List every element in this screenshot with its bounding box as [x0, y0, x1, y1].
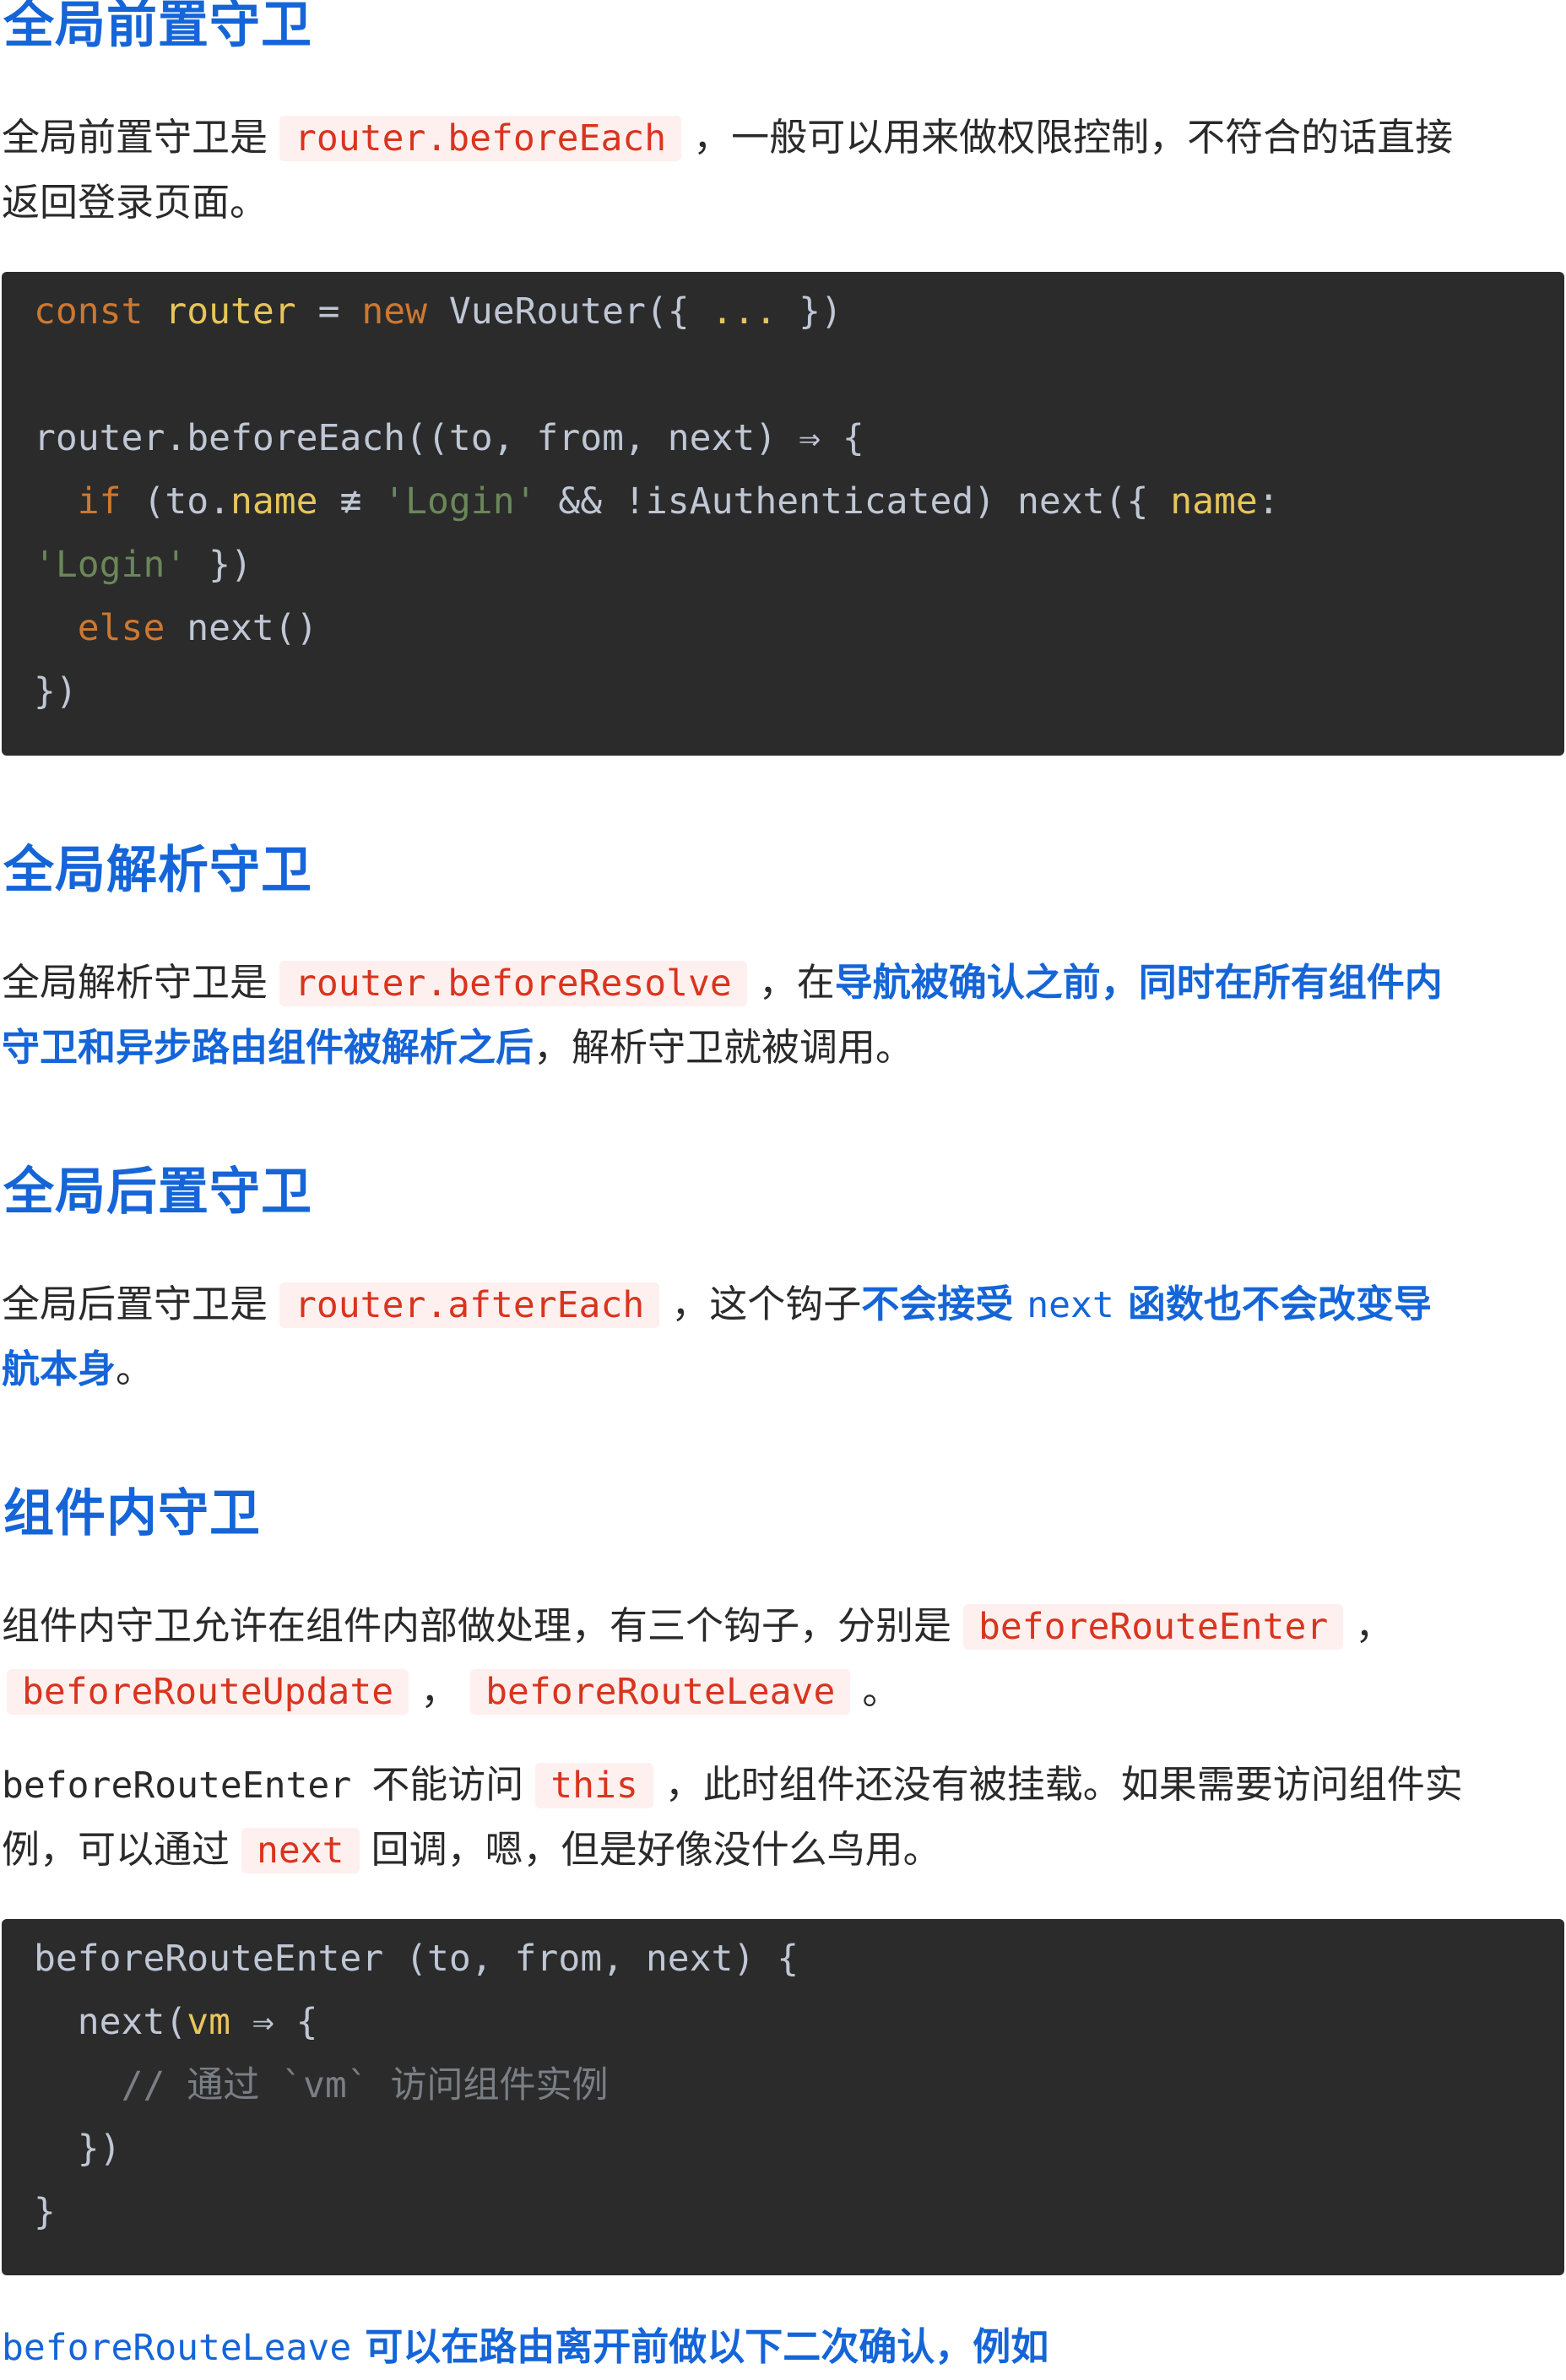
paragraph-global-after-guard: 全局后置守卫是 router.afterEach ，这个钩子不会接受 next 函数也不…: [2, 1282, 1432, 1391]
paragraph-global-resolve-guard: 全局解析守卫是 router.beforeResolve ，在导航被确认之前，同时在…: [2, 960, 1443, 1070]
code-line: beforeRouteEnter (to, from, next) {: [34, 1938, 799, 1980]
inline-code-this: this: [535, 1763, 653, 1808]
inline-code-before-route-leave: beforeRouteLeave: [470, 1669, 851, 1715]
paragraph-component-guard-hooks: 组件内守卫允许在组件内部做处理，有三个钩子，分别是 beforeRouteEnte…: [2, 1603, 1394, 1715]
inline-code-before-route-update: beforeRouteUpdate: [7, 1669, 409, 1715]
inline-code-before-route-enter: beforeRouteEnter: [963, 1604, 1344, 1650]
code-line: else next(): [77, 607, 318, 649]
code-line: const router = new VueRouter({ ... }): [34, 290, 843, 333]
inline-code-before-each: router.beforeEach: [279, 116, 682, 161]
paragraph-before-route-leave: beforeRouteLeave 可以在路由离开前做以下二次确认，例如: [2, 2324, 1049, 2369]
inline-code-before-resolve: router.beforeResolve: [279, 961, 747, 1006]
code-line: }): [34, 670, 78, 713]
code-line: router.beforeEach((to, from, next) ⇒ {: [34, 417, 864, 459]
code-block-before-route-enter: beforeRouteEnter (to, from, next) { next…: [2, 1919, 1564, 2275]
code-line: }: [34, 2191, 56, 2233]
paragraph-before-route-enter: beforeRouteEnter 不能访问 this ，此时组件还没有被挂载。如果需要…: [2, 1762, 1463, 1873]
code-block-before-each: const router = new VueRouter({ ... }) ro…: [2, 272, 1564, 756]
heading-global-before-guard: 全局前置守卫: [3, 0, 312, 55]
code-line: next(vm ⇒ {: [77, 2001, 318, 2043]
code-line-empty: [34, 344, 1564, 407]
inline-code-after-each: router.afterEach: [279, 1282, 660, 1328]
code-line: }): [77, 2128, 122, 2170]
paragraph-global-before-guard: 全局前置守卫是 router.beforeEach ，一般可以用来做权限控制，不符合…: [2, 115, 1454, 225]
code-line: 'Login' }): [34, 544, 252, 586]
inline-code-next: next: [241, 1828, 360, 1873]
code-line-comment: // 通过 `vm` 访问组件实例: [121, 2064, 609, 2106]
article-page: 全局前置守卫 全局前置守卫是 router.beforeEach ，一般可以用来做权…: [0, 0, 1566, 2369]
heading-component-guard: 组件内守卫: [3, 1484, 261, 1543]
code-line: if (to.name ≢ 'Login' && !isAuthenticate…: [77, 480, 1280, 523]
heading-global-resolve-guard: 全局解析守卫: [3, 841, 312, 900]
heading-global-after-guard: 全局后置守卫: [3, 1163, 312, 1222]
